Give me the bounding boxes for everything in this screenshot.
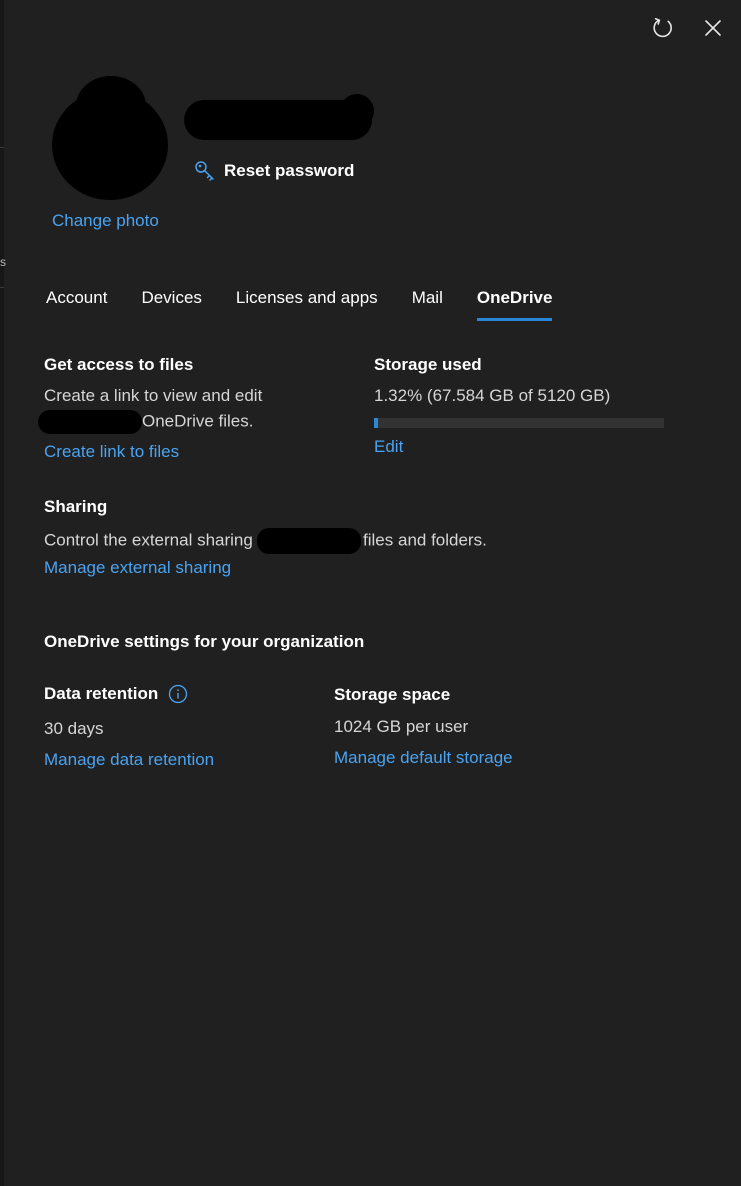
files-description-line1: Create a link to view and edit <box>44 386 263 405</box>
background-pane-fragment: s <box>0 255 6 269</box>
refresh-button[interactable] <box>649 14 677 42</box>
sharing-heading: Sharing <box>44 497 108 516</box>
user-name-redacted <box>38 410 142 434</box>
user-name-redacted <box>184 94 374 140</box>
background-pane-edge: s <box>0 0 6 1186</box>
info-button[interactable] <box>168 684 188 704</box>
manage-external-sharing-link[interactable]: Manage external sharing <box>44 558 231 578</box>
org-settings-heading: OneDrive settings for your organization <box>44 632 365 651</box>
key-icon <box>195 161 214 181</box>
close-button[interactable] <box>699 14 727 42</box>
storage-used-value: 1.32% (67.584 GB of 5120 GB) <box>374 386 611 405</box>
sharing-description: Control the external sharing o files and … <box>44 528 487 554</box>
data-retention-value: 30 days <box>44 719 104 738</box>
refresh-icon <box>653 17 672 38</box>
info-icon <box>169 684 188 704</box>
tab-mail[interactable]: Mail <box>412 288 443 321</box>
manage-data-retention-link[interactable]: Manage data retention <box>44 750 214 770</box>
tab-devices[interactable]: Devices <box>141 288 201 321</box>
data-retention-label: Data retention <box>44 684 159 703</box>
user-avatar-redacted <box>52 76 168 200</box>
create-link-to-files-link[interactable]: Create link to files <box>44 442 179 462</box>
storage-space-label: Storage space <box>334 685 451 704</box>
user-name-redacted <box>257 528 362 554</box>
change-photo-link[interactable]: Change photo <box>52 211 159 231</box>
close-icon <box>705 20 721 36</box>
storage-progress-fill <box>374 418 378 428</box>
storage-used-heading: Storage used <box>374 355 482 374</box>
storage-space-value: 1024 GB per user <box>334 717 469 736</box>
storage-progress-bar <box>374 418 664 428</box>
data-retention-label-row: Data retention <box>44 684 188 704</box>
files-description-line2: OneDrive files. <box>38 410 253 434</box>
panel-actions <box>649 14 727 42</box>
manage-default-storage-link[interactable]: Manage default storage <box>334 748 513 768</box>
tab-onedrive[interactable]: OneDrive <box>476 288 552 321</box>
tab-licenses-and-apps[interactable]: Licenses and apps <box>236 288 378 321</box>
tab-bar: Account Devices Licenses and apps Mail O… <box>46 288 586 321</box>
reset-password-button[interactable]: Reset password <box>194 160 354 182</box>
edit-storage-link[interactable]: Edit <box>374 437 403 457</box>
tab-account[interactable]: Account <box>46 288 107 321</box>
files-heading: Get access to files <box>44 355 194 374</box>
reset-password-label: Reset password <box>224 161 355 180</box>
